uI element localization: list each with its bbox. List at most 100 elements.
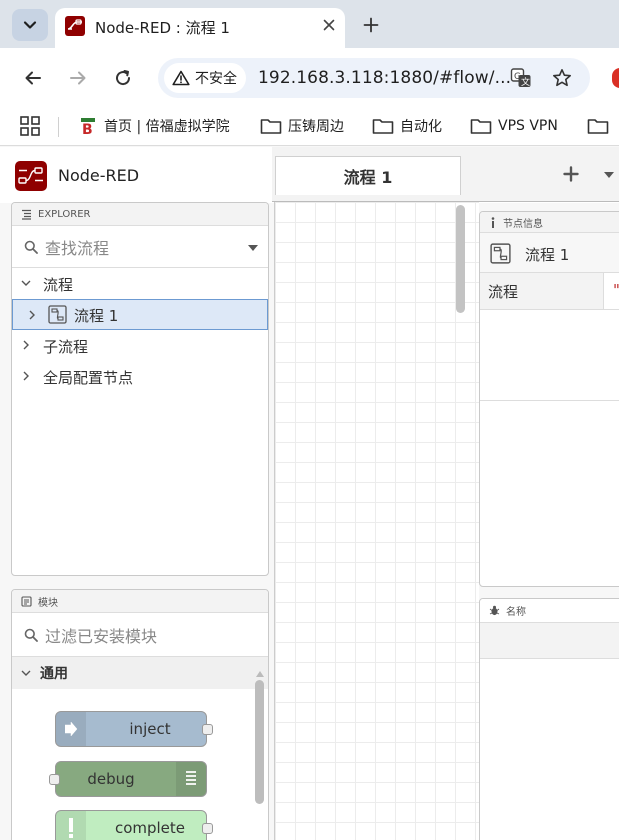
exclamation-icon [56, 811, 86, 840]
address-bar[interactable]: 不安全 192.168.3.118:1880/#flow/... G文 [158, 58, 590, 98]
chevron-right-icon[interactable] [19, 338, 33, 352]
info-flow-row[interactable]: 流程 1 [480, 233, 619, 273]
bookmark-folder-2[interactable]: 自动化 [372, 114, 442, 138]
help-header: 名称 [480, 599, 619, 623]
explorer-header: EXPLORER [12, 203, 268, 226]
list-tree-icon [22, 209, 31, 220]
tab-label: 流程 1 [343, 168, 393, 187]
canvas-scrollbar[interactable] [456, 205, 465, 313]
bookmark-label: VPS VPN [498, 118, 558, 134]
bookmark-star-button[interactable] [551, 67, 573, 89]
explorer-panel: EXPLORER 查找流程 流程 流程 1 子流程 全局配置节点 [11, 202, 269, 576]
tree-item-subflows[interactable]: 子流程 [12, 330, 268, 361]
security-label: 不安全 [195, 71, 237, 87]
info-property-row: 流程 " [480, 273, 619, 310]
bookmark-item-1[interactable]: B 首页 | 倍福虚拟学院 [78, 114, 230, 138]
bookmarks-bar: B 首页 | 倍福虚拟学院 压铸周边 自动化 VPS VPN [0, 108, 619, 146]
folder-icon [260, 119, 282, 134]
palette-panel: 模块 过滤已安装模块 通用 inject debug complete [11, 589, 269, 840]
tree-item-flow-1[interactable]: 流程 1 [12, 299, 268, 330]
tree-item-flows[interactable]: 流程 [12, 268, 268, 299]
info-divider [480, 400, 619, 401]
search-icon [24, 628, 38, 642]
reload-button[interactable] [109, 64, 137, 92]
search-icon [24, 240, 38, 254]
add-flow-button[interactable] [560, 163, 582, 185]
folder-icon [587, 119, 609, 134]
close-icon [323, 19, 335, 31]
apps-grid-icon[interactable] [20, 116, 40, 136]
help-toolbar [480, 623, 619, 659]
chevron-down-icon[interactable] [19, 276, 33, 290]
category-label: 通用 [40, 666, 68, 682]
new-tab-button[interactable] [358, 12, 384, 38]
tab-flow-1[interactable]: 流程 1 [275, 156, 461, 195]
security-chip[interactable]: 不安全 [164, 63, 246, 93]
nodered-favicon-icon [65, 16, 85, 36]
node-label: inject [129, 720, 171, 738]
tree-item-label: 流程 1 [74, 307, 119, 325]
bug-icon [489, 605, 500, 616]
chevron-down-icon [23, 21, 37, 29]
app-title: Node-RED [58, 166, 140, 185]
star-icon [553, 69, 571, 87]
caret-down-icon[interactable] [247, 243, 259, 253]
info-icon [491, 216, 495, 228]
folder-icon [372, 119, 394, 134]
flow-icon [490, 243, 511, 264]
tab-close-button[interactable] [318, 14, 340, 36]
bookmark-folder-1[interactable]: 压铸周边 [260, 114, 344, 138]
palette-category-common[interactable]: 通用 [12, 657, 268, 689]
tabs-menu-button[interactable] [602, 167, 616, 181]
browser-tab-active[interactable]: Node-RED : 流程 1 [55, 8, 345, 48]
palette-filter-input[interactable]: 过滤已安装模块 [12, 613, 268, 657]
bookmark-folder-4[interactable] [587, 114, 609, 138]
chevron-right-icon[interactable] [25, 308, 39, 322]
forward-button[interactable] [64, 64, 92, 92]
bookmark-label: 压铸周边 [288, 119, 344, 135]
chevron-down-icon [21, 670, 31, 676]
output-port [202, 724, 213, 735]
palette-scrollbar[interactable] [255, 680, 264, 804]
info-row-label: 流程 [488, 283, 519, 301]
info-flow-title: 流程 1 [525, 246, 570, 264]
info-row-value: " [613, 281, 619, 299]
chevron-right-icon[interactable] [19, 369, 33, 383]
filter-placeholder: 过滤已安装模块 [45, 626, 158, 646]
tab-search-button[interactable] [12, 9, 48, 41]
info-header: 节点信息 [480, 212, 619, 233]
bookmarks-separator [58, 117, 59, 137]
module-icon [21, 595, 32, 607]
b-logo-icon: B [81, 118, 95, 136]
flow-canvas[interactable] [274, 202, 479, 840]
palette-node-inject[interactable]: inject [55, 711, 213, 747]
profile-avatar[interactable] [612, 68, 619, 88]
palette-header-label: 模块 [38, 597, 58, 609]
output-port [202, 823, 213, 834]
back-button[interactable] [19, 64, 47, 92]
warning-icon [172, 70, 190, 86]
bookmark-folder-3[interactable]: VPS VPN [470, 114, 558, 138]
url-text[interactable]: 192.168.3.118:1880/#flow/... [258, 68, 511, 88]
arrow-right-icon [70, 71, 86, 85]
svg-text:G: G [514, 72, 521, 82]
browser-tab-strip: Node-RED : 流程 1 [0, 0, 619, 48]
flow-search-input[interactable]: 查找流程 [12, 226, 268, 268]
scroll-up-arrow-icon[interactable] [255, 664, 265, 677]
palette-node-complete[interactable]: complete [55, 810, 213, 840]
node-label: debug [87, 770, 135, 788]
translate-button[interactable]: G文 [510, 67, 532, 89]
folder-icon [470, 119, 492, 134]
plus-icon [363, 17, 379, 33]
workspace-tabs: 流程 1 [272, 147, 619, 202]
tree-item-label: 子流程 [43, 338, 89, 356]
tree-item-label: 全局配置节点 [43, 369, 134, 387]
help-sidebar: 名称 [479, 598, 619, 840]
help-header-label: 名称 [506, 607, 526, 618]
tree-item-global-config[interactable]: 全局配置节点 [12, 361, 268, 392]
info-sidebar: 节点信息 流程 1 流程 " [479, 211, 619, 587]
tree-item-label: 流程 [43, 276, 74, 294]
palette-node-debug[interactable]: debug [49, 761, 207, 797]
translate-icon: G文 [510, 68, 531, 88]
bookmark-label: 自动化 [400, 119, 442, 135]
